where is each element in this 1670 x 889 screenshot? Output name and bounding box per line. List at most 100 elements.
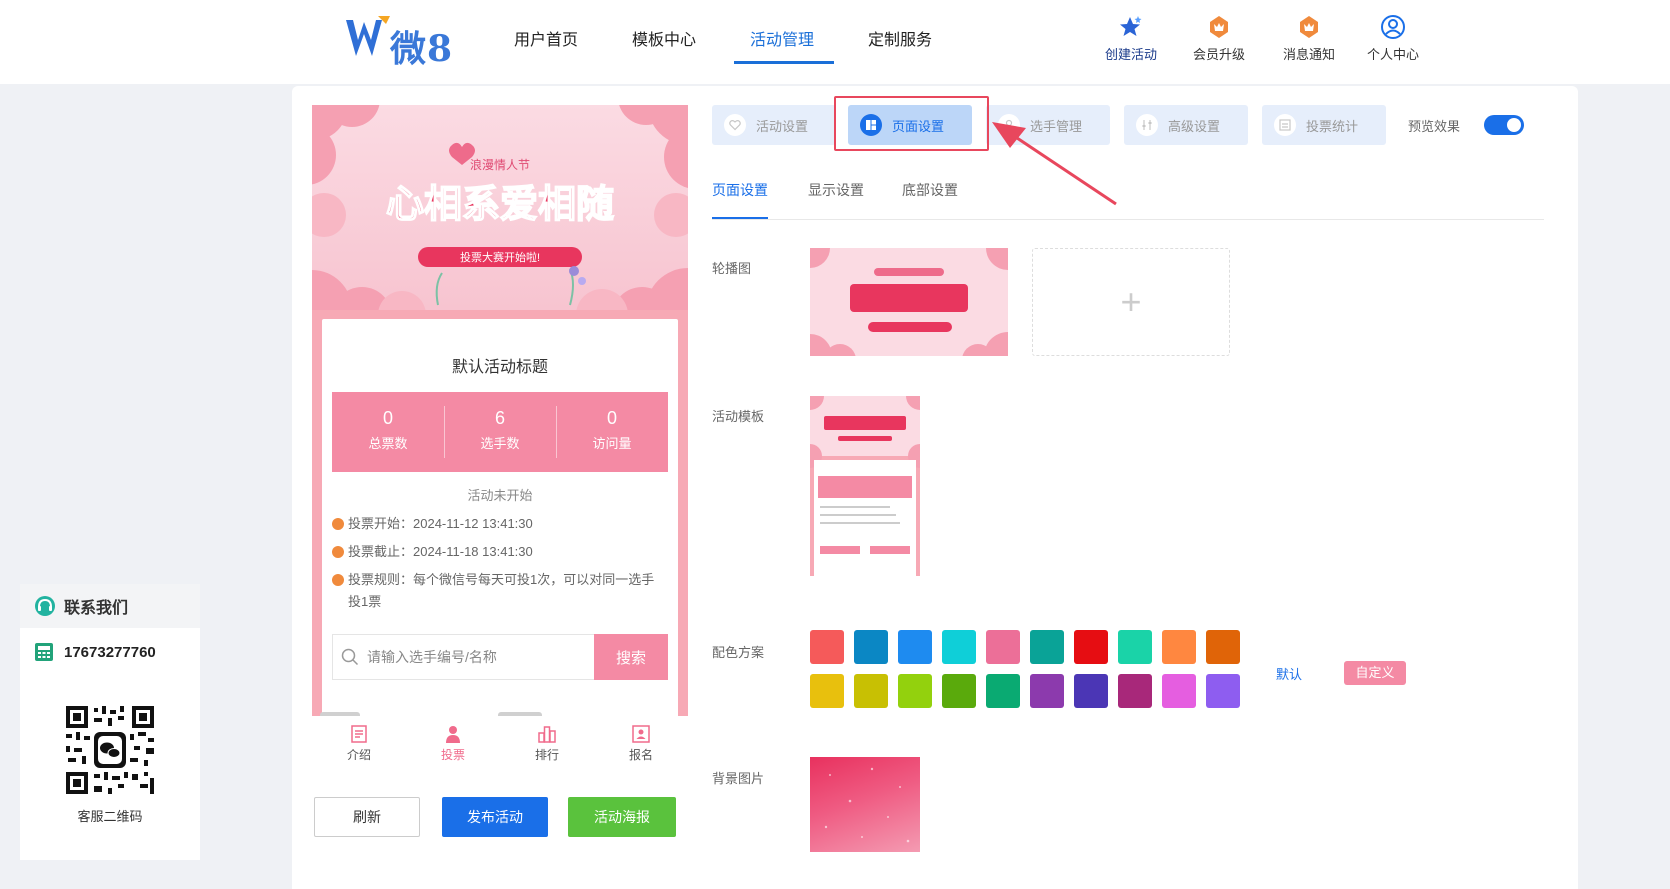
info-text: 投票截止：2024-11-18 13:41:30 [348,544,533,559]
bell-icon [1300,16,1318,38]
refresh-button[interactable]: 刷新 [314,797,420,837]
search-input[interactable] [367,635,594,679]
stat-value: 0 [606,408,617,428]
preview-toggle[interactable] [1484,115,1524,135]
subtab-page-settings[interactable]: 页面设置 [712,180,768,200]
notifications-button[interactable]: 消息通知 [1274,14,1344,63]
stat-value: 0 [382,408,393,428]
create-activity-button[interactable]: 创建活动 [1096,14,1166,63]
color-swatch[interactable] [1074,630,1108,664]
highlight-box [834,96,989,151]
personal-center-button[interactable]: 个人中心 [1358,14,1428,63]
qr-code-icon [64,704,156,796]
customer-service-icon [35,596,55,616]
activity-title: 默认活动标题 [451,359,548,376]
banner-pill-text: 投票大赛开始啦! [460,250,540,264]
create-activity-label: 创建活动 [1104,47,1157,62]
clock-icon [332,518,344,530]
info-vote-rules: 投票规则：每个微信号每天可投1次，可以对同一选手投1票 [332,569,662,613]
heart-icon [724,114,746,136]
tab-label: 高级设置 [1168,118,1221,134]
info-vote-end: 投票截止：2024-11-18 13:41:30 [332,541,668,563]
tab-ranking[interactable]: 排行 [500,716,594,772]
nav-home[interactable]: 用户首页 [514,26,578,50]
subtab-active-underline [712,217,768,219]
sliders-icon [1136,114,1158,136]
tab-label: 投票 [440,748,465,762]
tab-vote-statistics[interactable]: 投票统计 [1262,105,1386,145]
search-button[interactable]: 搜索 [594,634,668,680]
info-text: 投票规则：每个微信号每天可投1次，可以对同一选手投1票 [348,572,655,609]
logo[interactable]: 微8 [344,14,456,70]
stats-bar: 0 总票数 6 选手数 0 访问量 [332,392,668,472]
stat-total-votes: 0 总票数 [332,392,444,472]
member-upgrade-label: 会员升级 [1192,47,1245,62]
star-icon [1120,16,1142,36]
color-swatch[interactable] [1162,630,1196,664]
subtab-display-settings[interactable]: 显示设置 [808,180,864,200]
tab-intro[interactable]: 介绍 [312,716,406,772]
contact-phone-row: 17673277760 [20,628,200,662]
scheme-default-button[interactable]: 默认 [1276,664,1302,683]
tab-advanced-settings[interactable]: 高级设置 [1124,105,1248,145]
tab-activity-settings[interactable]: 活动设置 [712,105,836,145]
contact-title: 联系我们 [64,600,129,617]
activity-status: 活动未开始 [467,488,533,503]
stat-label: 总票数 [368,436,408,451]
stat-value: 6 [494,408,505,428]
tab-vote[interactable]: 投票 [406,716,500,772]
activity-poster-button[interactable]: 活动海报 [568,797,676,837]
color-swatch[interactable] [1206,630,1240,664]
color-swatch[interactable] [1162,674,1196,708]
color-swatch[interactable] [986,630,1020,664]
document-icon [351,725,367,743]
color-swatch[interactable] [1030,630,1064,664]
preview-label: 预览效果 [1408,119,1461,134]
background-label: 背景图片 [712,771,765,786]
settings-subtabs: 页面设置 显示设置 底部设置 [712,180,1544,220]
member-upgrade-button[interactable]: 会员升级 [1184,14,1254,63]
logo-w-icon [346,16,390,56]
person-icon [446,726,460,743]
color-swatch[interactable] [1030,674,1064,708]
color-swatch[interactable] [854,674,888,708]
info-vote-start: 投票开始：2024-11-12 13:41:30 [332,513,668,535]
color-swatch[interactable] [898,630,932,664]
info-icon [332,574,344,586]
color-swatch[interactable] [1074,674,1108,708]
search-icon [341,648,359,666]
color-swatch[interactable] [854,630,888,664]
crown-icon [1210,16,1228,38]
background-thumbnail[interactable] [810,757,920,852]
contestant-search: 搜索 [332,634,668,680]
publish-activity-button[interactable]: 发布活动 [442,797,548,837]
color-swatch[interactable] [898,674,932,708]
top-header: 微8 用户首页 模板中心 活动管理 定制服务 创建活动 会员升级 消息通知 个人… [0,0,1670,84]
nav-custom-service[interactable]: 定制服务 [868,26,932,50]
tab-signup[interactable]: 报名 [594,716,688,772]
scheme-custom-button[interactable]: 自定义 [1344,661,1406,685]
color-swatch[interactable] [810,630,844,664]
color-swatch[interactable] [810,674,844,708]
color-swatch[interactable] [1118,674,1152,708]
carousel-thumbnail[interactable] [810,248,1008,356]
banner-big-title: 心相系爱相随 [386,181,614,226]
stat-contestants: 6 选手数 [444,392,556,472]
tab-label: 排行 [534,748,559,762]
color-swatch[interactable] [1206,674,1240,708]
color-swatch[interactable] [986,674,1020,708]
nav-templates[interactable]: 模板中心 [632,26,696,50]
color-swatch[interactable] [942,674,976,708]
id-card-icon [632,725,650,743]
tab-label: 投票统计 [1306,118,1359,134]
subtab-footer-settings[interactable]: 底部设置 [902,180,958,200]
color-swatch[interactable] [942,630,976,664]
color-swatch[interactable] [1118,630,1152,664]
stat-label: 访问量 [592,436,632,451]
qr-caption: 客服二维码 [77,809,143,824]
template-thumbnail[interactable] [810,396,920,586]
info-text: 投票开始：2024-11-12 13:41:30 [348,516,533,531]
tab-label: 介绍 [346,748,371,762]
add-carousel-image[interactable]: + [1032,248,1230,356]
nav-activity-management[interactable]: 活动管理 [750,26,814,50]
